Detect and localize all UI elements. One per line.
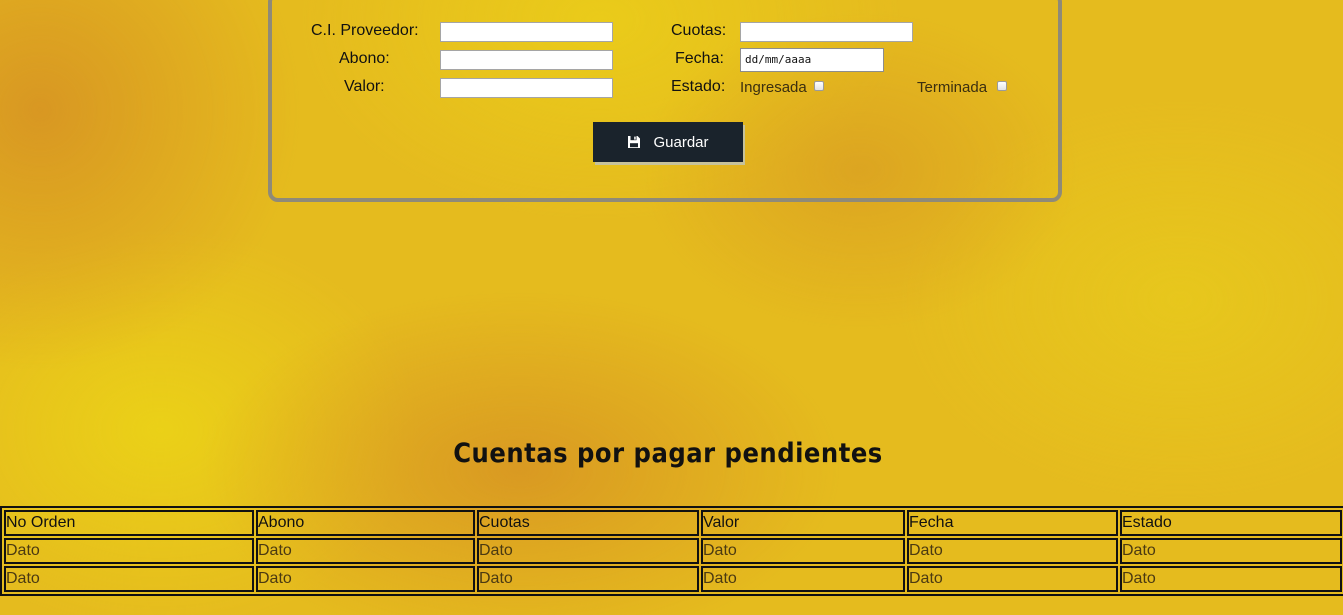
ci-proveedor-input[interactable] <box>440 22 613 42</box>
guardar-button-label: Guardar <box>653 133 709 151</box>
table-cell: Dato <box>256 538 475 564</box>
table-cell: Dato <box>907 538 1118 564</box>
fecha-placeholder: dd/mm/aaaa <box>745 53 812 66</box>
estado-ingresada-label: Ingresada <box>740 79 807 96</box>
fecha-label: Fecha: <box>675 50 724 67</box>
table-cell: Dato <box>477 566 699 592</box>
table-cell: Dato <box>1120 566 1342 592</box>
estado-ingresada-checkbox[interactable] <box>814 81 824 91</box>
table-cell: Dato <box>701 538 905 564</box>
table-cell: Dato <box>4 538 254 564</box>
table-cell: Dato <box>4 566 254 592</box>
cuotas-label: Cuotas: <box>671 22 727 39</box>
table-cell: Dato <box>1120 538 1342 564</box>
column-header-fecha: Fecha <box>907 510 1118 536</box>
ci-proveedor-label: C.I. Proveedor: <box>311 22 419 39</box>
pending-accounts-table: No Orden Abono Cuotas Valor Fecha Estado… <box>0 506 1343 596</box>
floppy-disk-icon <box>627 135 641 149</box>
pending-accounts-title: Cuentas por pagar pendientes <box>453 438 883 469</box>
column-header-no-orden: No Orden <box>4 510 254 536</box>
valor-label: Valor: <box>344 78 385 95</box>
table-cell: Dato <box>701 566 905 592</box>
estado-label: Estado: <box>671 78 726 95</box>
column-header-estado: Estado <box>1120 510 1342 536</box>
column-header-cuotas: Cuotas <box>477 510 699 536</box>
table-row: Dato Dato Dato Dato Dato Dato <box>4 538 1342 564</box>
column-header-abono: Abono <box>256 510 475 536</box>
table-header-row: No Orden Abono Cuotas Valor Fecha Estado <box>4 510 1342 536</box>
valor-input[interactable] <box>440 78 613 98</box>
guardar-button[interactable]: Guardar <box>593 122 743 162</box>
abono-label: Abono: <box>339 50 390 67</box>
table-cell: Dato <box>477 538 699 564</box>
table-cell: Dato <box>907 566 1118 592</box>
fecha-date-input[interactable]: dd/mm/aaaa <box>740 48 884 72</box>
abono-input[interactable] <box>440 50 613 70</box>
table-cell: Dato <box>256 566 475 592</box>
estado-terminada-label: Terminada <box>917 79 988 96</box>
table-row: Dato Dato Dato Dato Dato Dato <box>4 566 1342 592</box>
estado-terminada-checkbox[interactable] <box>997 81 1007 91</box>
column-header-valor: Valor <box>701 510 905 536</box>
cuotas-input[interactable] <box>740 22 913 42</box>
